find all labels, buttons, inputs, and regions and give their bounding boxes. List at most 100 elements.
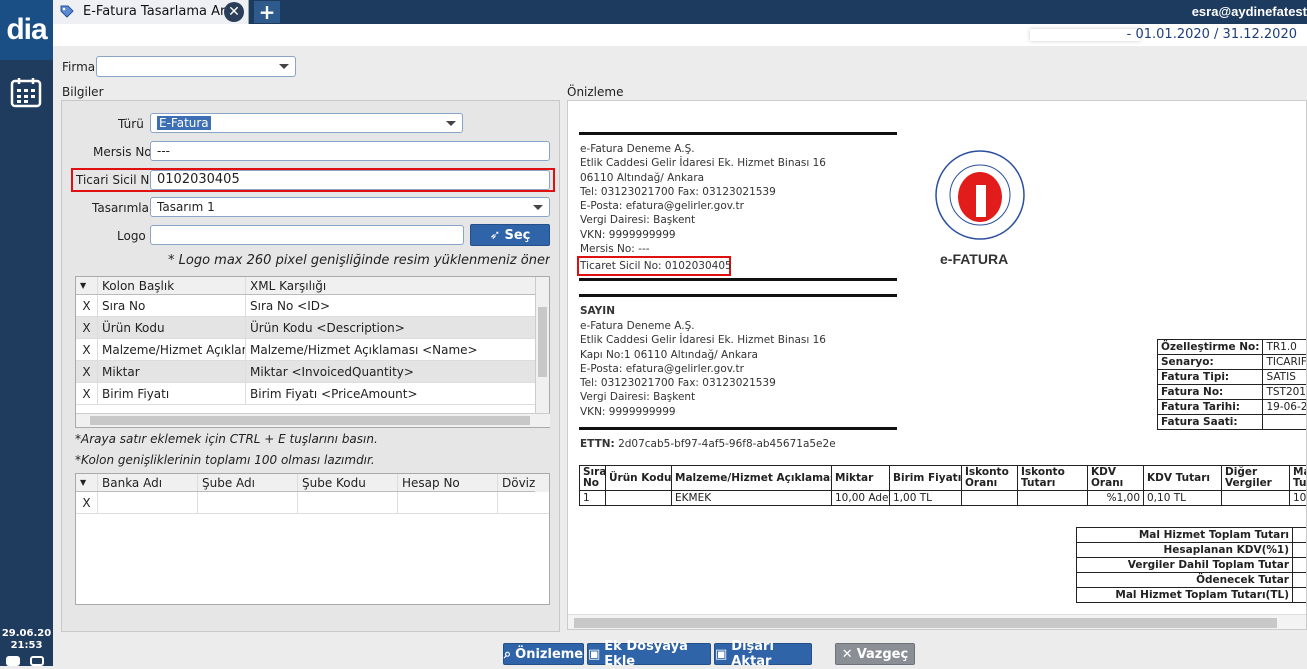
- row-delete-x[interactable]: X: [76, 339, 98, 360]
- cell-kolon[interactable]: Miktar: [98, 361, 246, 382]
- divider: [579, 132, 897, 135]
- buyer-line: Tel: 03123021700 Fax: 03123021539: [580, 376, 826, 390]
- th-urun-kodu: Ürün Kodu: [606, 466, 672, 491]
- horizontal-scrollbar[interactable]: [76, 413, 550, 427]
- dia-logo[interactable]: dia: [0, 0, 53, 60]
- bank-grid[interactable]: ▼ Banka Adı Şube Adı Şube Kodu Hesap No …: [75, 473, 550, 605]
- header-doviz[interactable]: Döviz: [498, 474, 538, 491]
- row-delete-x[interactable]: X: [76, 383, 98, 404]
- table-row[interactable]: X Birim Fiyatı Birim Fiyatı <PriceAmount…: [76, 383, 549, 405]
- buyer-line: e-Fatura Deneme A.Ş.: [580, 319, 826, 333]
- table-row[interactable]: X Ürün Kodu Ürün Kodu <Description>: [76, 317, 549, 339]
- vertical-scrollbar[interactable]: [535, 277, 549, 413]
- logo-input[interactable]: [150, 225, 464, 245]
- header-hesap-no[interactable]: Hesap No: [398, 474, 498, 491]
- table-row[interactable]: X Sıra No Sıra No <ID>: [76, 295, 549, 317]
- ek-dosya-button-label: Ek Dosyaya Ekle: [604, 639, 710, 669]
- divider: [579, 294, 897, 297]
- grid-menu-icon[interactable]: ▼: [76, 277, 98, 294]
- onizleme-label: Önizleme: [567, 85, 623, 99]
- turu-value: E-Fatura: [157, 116, 211, 130]
- row-delete-x[interactable]: X: [76, 492, 98, 513]
- th-sira: Sıra No: [580, 466, 606, 491]
- cell-kolon[interactable]: Birim Fiyatı: [98, 383, 246, 404]
- chevron-down-icon: [279, 64, 289, 69]
- th-aciklama: Malzeme/Hizmet Açıklaması: [672, 466, 832, 491]
- seller-line: Mersis No: ---: [580, 242, 826, 256]
- meta-key: Fatura No:: [1158, 385, 1263, 400]
- disari-aktar-button[interactable]: ▣Dışarı Aktar: [714, 643, 812, 665]
- cell-xml[interactable]: Sıra No <ID>: [246, 295, 536, 316]
- user-email[interactable]: esra@aydinefatest: [1192, 4, 1307, 19]
- sidebar-datetime: 29.06.20 21:53: [0, 628, 53, 652]
- total-label: Ödenecek Tutar: [1077, 573, 1293, 588]
- ettn-row: ETTN: 2d07cab5-bf97-4af5-96f8-ab45671a5e…: [580, 437, 836, 451]
- cell-kolon[interactable]: Malzeme/Hizmet Açıklam...: [98, 339, 246, 360]
- table-row[interactable]: X: [76, 492, 549, 514]
- cell-sube-kodu[interactable]: [298, 492, 398, 513]
- cell-xml[interactable]: Birim Fiyatı <PriceAmount>: [246, 383, 536, 404]
- gib-seal-icon: [934, 149, 1026, 241]
- ticari-label: Ticari Sicil No: [76, 173, 157, 187]
- close-icon[interactable]: ✕: [224, 2, 244, 22]
- meta-value: TICARIF: [1263, 355, 1307, 370]
- scroll-up-icon[interactable]: [535, 474, 549, 492]
- header-kolon-baslik[interactable]: Kolon Başlık: [98, 277, 246, 294]
- ticari-input[interactable]: 0102030405: [150, 170, 550, 190]
- logo-label: Logo: [117, 229, 146, 243]
- th-iskonto-tutari: İskonto Tutarı: [1018, 466, 1088, 491]
- invoice-preview[interactable]: e-Fatura Deneme A.Ş. Etlik Caddesi Gelir…: [567, 100, 1307, 630]
- cell-hesap[interactable]: [398, 492, 498, 513]
- preview-horizontal-scrollbar[interactable]: [568, 614, 1307, 630]
- td-miktar: 10,00 Adet: [832, 491, 890, 506]
- firma-select[interactable]: [96, 56, 296, 77]
- grid-menu-icon[interactable]: ▼: [76, 474, 98, 491]
- columns-grid[interactable]: ▼ Kolon Başlık XML Karşılığı X Sıra No S…: [75, 276, 550, 428]
- row-delete-x[interactable]: X: [76, 361, 98, 382]
- table-row[interactable]: X Miktar Miktar <InvoicedQuantity>: [76, 361, 549, 383]
- vazgec-button[interactable]: ✕Vazgeç: [835, 643, 915, 665]
- plus-icon[interactable]: +: [254, 1, 280, 23]
- cell-xml[interactable]: Ürün Kodu <Description>: [246, 317, 536, 338]
- instagram-icon[interactable]: [30, 656, 44, 666]
- invoice-meta-table: Özelleştirme No:TR1.0 Senaryo:TICARIF Fa…: [1157, 339, 1307, 430]
- th-iskonto-orani: İskonto Oranı: [962, 466, 1018, 491]
- cell-kolon[interactable]: Sıra No: [98, 295, 246, 316]
- ek-dosya-button[interactable]: ▣Ek Dosyaya Ekle: [587, 643, 711, 665]
- cell-xml[interactable]: Miktar <InvoicedQuantity>: [246, 361, 536, 382]
- meta-key: Fatura Saati:: [1158, 415, 1263, 430]
- mersis-label: Mersis No: [93, 145, 152, 159]
- total-label: Hesaplanan KDV(%1): [1077, 543, 1293, 558]
- header-banka-adi[interactable]: Banka Adı: [98, 474, 198, 491]
- cursor-icon: ➶: [490, 228, 501, 243]
- table-row[interactable]: X Malzeme/Hizmet Açıklam... Malzeme/Hizm…: [76, 339, 549, 361]
- sec-button[interactable]: ➶Seç: [470, 224, 550, 246]
- period-text[interactable]: - 01.01.2020 / 31.12.2020: [1127, 27, 1297, 42]
- buyer-line: Vergi Dairesi: Başkent: [580, 390, 826, 404]
- header-xml-karsiligi[interactable]: XML Karşılığı: [246, 277, 536, 294]
- turu-label: Türü: [118, 117, 144, 131]
- turu-select[interactable]: E-Fatura: [150, 113, 463, 133]
- onizleme-button[interactable]: ⌕Önizleme: [503, 643, 584, 665]
- tasarim-select[interactable]: Tasarım 1: [150, 197, 550, 217]
- calendar-icon[interactable]: [10, 76, 42, 108]
- cell-xml[interactable]: Malzeme/Hizmet Açıklaması <Name>: [246, 339, 536, 360]
- efatura-title: e-FATURA: [940, 251, 1008, 267]
- cell-banka[interactable]: [98, 492, 198, 513]
- row-delete-x[interactable]: X: [76, 295, 98, 316]
- td-aciklama: EKMEK: [672, 491, 832, 506]
- cell-kolon[interactable]: Ürün Kodu: [98, 317, 246, 338]
- meta-key: Fatura Tarihi:: [1158, 400, 1263, 415]
- row-delete-x[interactable]: X: [76, 317, 98, 338]
- seller-block: e-Fatura Deneme A.Ş. Etlik Caddesi Gelir…: [580, 142, 826, 256]
- youtube-icon[interactable]: [6, 656, 20, 666]
- meta-value: TST2013: [1263, 385, 1307, 400]
- divider: [579, 427, 897, 430]
- header-sube-kodu[interactable]: Şube Kodu: [298, 474, 398, 491]
- buyer-line: VKN: 9999999999: [580, 405, 826, 419]
- header-sube-adi[interactable]: Şube Adı: [198, 474, 298, 491]
- cell-sube[interactable]: [198, 492, 298, 513]
- mersis-input[interactable]: ---: [150, 141, 550, 161]
- sidebar-time: 21:53: [0, 640, 53, 652]
- note-ctrl-e: *Araya satır eklemek için CTRL + E tuşla…: [75, 432, 378, 446]
